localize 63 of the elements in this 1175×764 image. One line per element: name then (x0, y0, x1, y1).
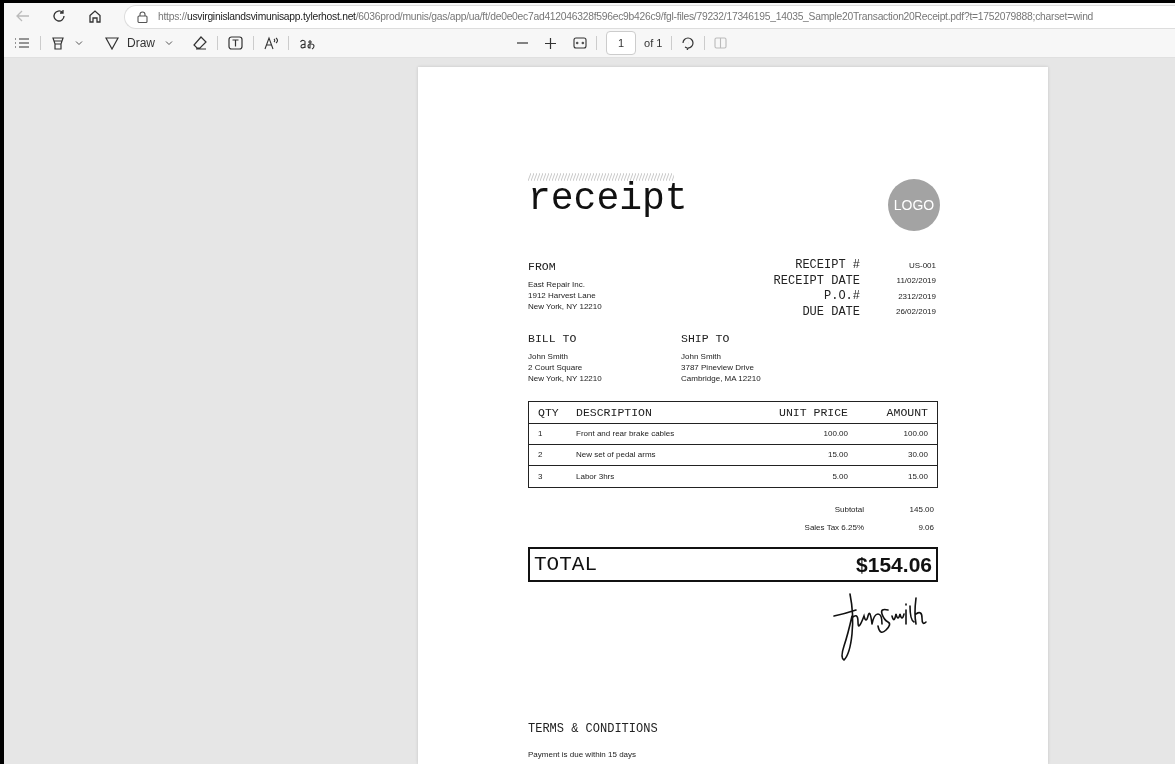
page-count: of 1 (644, 35, 663, 51)
table-cell-text: 2 (538, 449, 544, 462)
table-cell-text: 1 (538, 428, 544, 441)
section-heading: SHIP TO (681, 331, 731, 347)
text-box-icon[interactable] (228, 36, 243, 50)
table-cell-text: 5.00 (831, 470, 848, 483)
terms-heading: TERMS & CONDITIONS (528, 721, 659, 739)
field-label: DUE DATE (801, 304, 860, 320)
column-header: UNIT PRICE (778, 405, 848, 422)
zoom-in-icon[interactable] (545, 37, 556, 49)
logo-badge: LOGO (888, 179, 940, 231)
field-label: P.O.# (823, 289, 860, 305)
total-label: TOTAL (534, 552, 597, 578)
read-aloud-icon[interactable] (264, 36, 278, 50)
highlighter-icon[interactable] (51, 36, 65, 50)
home-icon[interactable] (88, 9, 102, 23)
field-value: US-001 (907, 259, 937, 272)
draw-button[interactable]: Draw (127, 34, 155, 52)
column-header: AMOUNT (885, 405, 928, 422)
page-number-field[interactable]: 1 (606, 31, 636, 55)
section-heading: FROM (528, 259, 557, 275)
address-line: New York, NY 12210 (528, 373, 603, 385)
address-line: 1912 Harvest Lane (528, 290, 597, 302)
receipt-title: receipt (528, 179, 688, 219)
address-bar[interactable]: https://usvirginislandsvimunisapp.tylerhost.net/6036prod/munis/gas/app/ua/ft/de0e0ec7ad412046328f596ec9b426c9/fgl-files/79232/17346195_14035_Sample20Transaction20Receipt.pdf?t=1752079888;charset=wind (124, 5, 1175, 29)
eraser-icon[interactable] (193, 36, 207, 50)
column-header: QTY (538, 405, 560, 422)
address-line: East Repair Inc. (528, 279, 586, 291)
table-cell-text: 100.00 (902, 428, 928, 441)
total-label: Subtotal (833, 504, 864, 517)
field-value: 11/02/2019 (895, 275, 937, 288)
address-line: 3787 Pineview Drive (681, 362, 755, 374)
table-cell-text: New set of pedal arms (576, 449, 657, 462)
address-line: Cambridge, MA 12210 (681, 373, 761, 385)
total-value: 145.00 (908, 504, 934, 517)
pen-icon[interactable] (105, 36, 119, 50)
column-header: DESCRIPTION (576, 405, 653, 422)
table-cell-text: Labor 3hrs (576, 470, 616, 483)
address-line: New York, NY 12210 (528, 301, 602, 313)
section-heading: BILL TO (528, 331, 578, 347)
address-line: 2 Court Square (528, 362, 584, 374)
reload-icon[interactable] (52, 9, 66, 23)
url-text: https://usvirginislandsvimunisapp.tylerhost.net/6036prod/munis/gas/app/ua/ft/de0e0ec7ad412046328f596ec9b426c9/fgl-files/79232/17346195_14035_Sample20Transaction20Receipt.pdf?t=1752079888;charset=wind (158, 10, 1094, 25)
lock-icon[interactable] (137, 11, 148, 23)
field-label: RECEIPT # (794, 258, 860, 274)
fit-width-icon[interactable] (573, 37, 587, 49)
rotate-icon[interactable] (681, 36, 696, 50)
field-value: 2312/2019 (897, 290, 937, 303)
address-line: John Smith (528, 351, 570, 363)
table-cell-text: 15.00 (906, 470, 928, 483)
address-line: John Smith (681, 351, 723, 363)
table-cell-text: 15.00 (826, 449, 848, 462)
terms-text: Payment is due within 15 days (528, 749, 638, 762)
table-cell-text: 3 (538, 470, 544, 483)
table-cell-text: Front and rear brake cables (576, 428, 676, 441)
contents-icon[interactable] (14, 37, 30, 49)
field-label: RECEIPT DATE (773, 273, 860, 289)
table-cell-text: 30.00 (906, 449, 928, 462)
total-value: 9.06 (917, 522, 934, 535)
total-amount: $154.06 (856, 552, 932, 578)
field-value: 26/02/2019 (894, 306, 937, 319)
total-label: Sales Tax 6.25% (803, 522, 864, 535)
table-cell-text: 100.00 (822, 428, 848, 441)
